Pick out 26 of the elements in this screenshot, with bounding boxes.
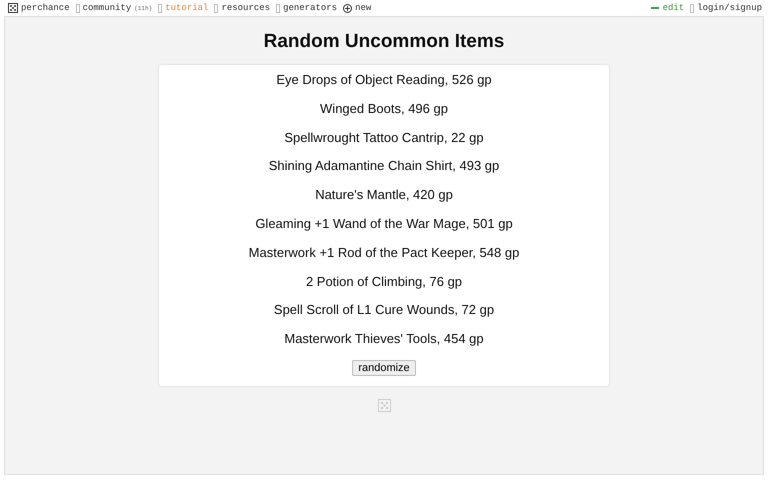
item-text: Masterwork +1 Rod of the Pact Keeper, 548 gp (248, 244, 520, 262)
item-text: 2 Potion of Climbing, 76 gp (306, 274, 462, 291)
item-text: Masterwork Thieves' Tools, 454 gp (284, 331, 484, 348)
item-text: Spell Scroll of L1 Cure Wounds, 72 gp (274, 302, 494, 320)
randomize-button[interactable]: randomize (352, 360, 416, 376)
missing-glyph-icon (214, 4, 218, 12)
item-text: Nature's Mantle, 420 gp (315, 187, 453, 204)
item-text: Eye Drops of Object Reading, 526 gp (276, 72, 492, 89)
item-text: Gleaming +1 Wand of the War Mage, 501 gp (255, 216, 513, 233)
nav-link[interactable]: perchance (8, 3, 70, 13)
item-text: Winged Boots, 496 gp (320, 100, 448, 118)
item-text: Spellwrought Tattoo Cantrip, 22 gp (284, 130, 484, 147)
dice-icon (378, 398, 390, 412)
nav-link[interactable]: generators (276, 3, 338, 13)
missing-glyph-icon (158, 4, 162, 12)
nav-link[interactable]: resources (214, 3, 270, 13)
missing-glyph-icon (76, 4, 80, 12)
nav-link[interactable]: new (343, 3, 372, 13)
dice-icon (8, 3, 18, 13)
item-text: Shining Adamantine Chain Shirt, 493 gp (268, 158, 500, 176)
page-title: Random Uncommon Items (264, 31, 504, 53)
missing-glyph-icon (690, 4, 694, 12)
nav-link[interactable]: edit (650, 3, 684, 13)
missing-glyph-icon (276, 4, 280, 12)
nav-link[interactable]: login/signup (690, 3, 762, 13)
add-icon (343, 4, 352, 12)
